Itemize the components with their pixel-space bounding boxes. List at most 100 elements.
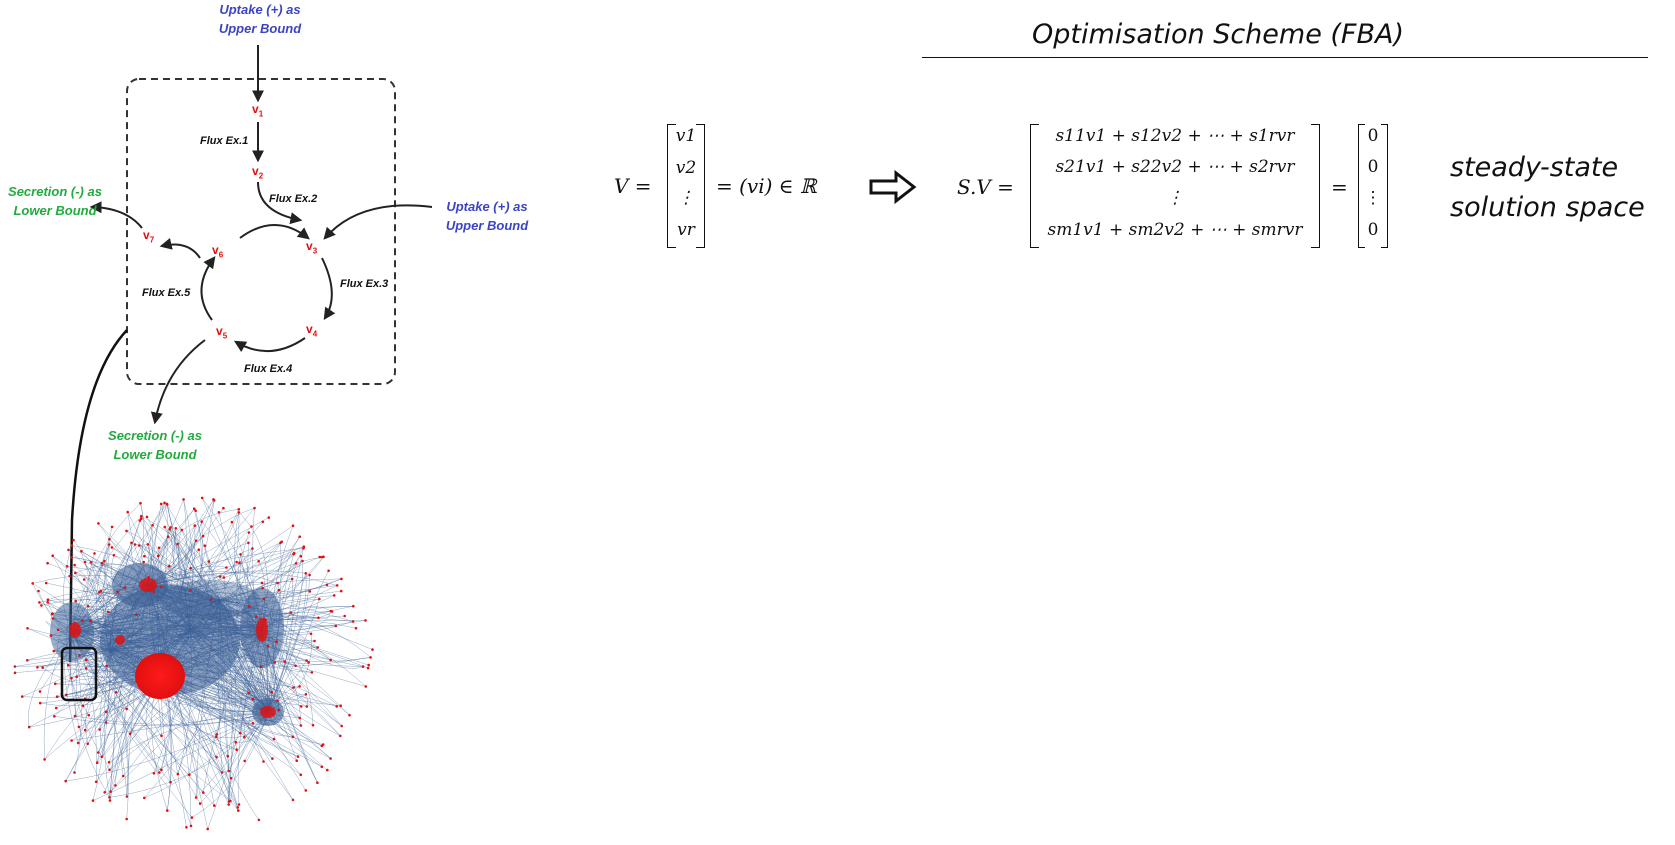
network-node — [257, 560, 260, 563]
network-node — [238, 561, 241, 565]
network-node — [86, 742, 89, 746]
network-node — [89, 561, 93, 564]
network-node — [302, 545, 306, 548]
network-core — [135, 653, 185, 699]
network-node — [369, 656, 372, 659]
sv-row: s11v1 + s12v2 + ⋯ + s1rvr — [1055, 126, 1295, 146]
network-node — [294, 664, 297, 668]
network-node — [283, 660, 287, 663]
network-node — [83, 560, 87, 564]
v-vector-entry: v1 — [675, 126, 697, 146]
network-node — [107, 761, 111, 764]
network-node — [104, 721, 108, 724]
network-node — [217, 511, 221, 514]
network-node — [364, 619, 367, 622]
sv-row: s21v1 + s22v2 + ⋯ + s2rvr — [1055, 157, 1295, 177]
network-node — [158, 771, 161, 774]
network-node — [235, 748, 238, 751]
flux-arrow-6-7 — [159, 237, 201, 259]
network-node — [116, 590, 119, 593]
node-v1: v1 — [252, 102, 264, 119]
network-node — [261, 586, 264, 590]
network-node — [194, 539, 198, 543]
network-node — [112, 553, 116, 557]
network-node — [239, 731, 242, 735]
network-node — [188, 773, 191, 776]
network-node — [295, 759, 299, 762]
flux-label-5: Flux Ex.5 — [142, 287, 191, 299]
network-node — [99, 589, 103, 593]
network-node — [298, 535, 302, 538]
network-node — [200, 520, 203, 523]
network-node — [146, 543, 150, 546]
network-node — [212, 498, 215, 501]
network-node — [84, 667, 88, 670]
uptake-label-right: Uptake (+) as Upper Bound — [445, 199, 529, 233]
network-node — [259, 665, 263, 668]
network-node — [74, 571, 77, 575]
network-node — [197, 548, 201, 551]
network-node — [163, 525, 167, 529]
network-node — [339, 734, 342, 738]
network-node — [261, 520, 265, 524]
network-node — [38, 601, 41, 604]
network-node — [326, 768, 329, 772]
network-node — [198, 802, 202, 805]
network-node — [272, 737, 276, 741]
network-node — [72, 538, 75, 542]
network-node — [185, 826, 188, 829]
network-node — [307, 661, 310, 664]
node-v3: v3 — [306, 239, 318, 256]
network-node — [218, 575, 222, 578]
network-node — [64, 779, 67, 783]
network-node — [335, 705, 339, 708]
network-node — [46, 601, 49, 604]
network-node — [139, 514, 143, 518]
network-node — [73, 714, 77, 718]
flux-label-3: Flux Ex.3 — [340, 278, 389, 290]
network-node — [318, 555, 322, 559]
network-node — [66, 663, 70, 667]
network-node — [271, 757, 274, 760]
note-line-1: steady-state — [1450, 152, 1619, 183]
network-node — [298, 685, 301, 688]
network-node — [125, 529, 128, 533]
network-node — [103, 559, 106, 563]
v-rhs: = (vi) ∈ ℝ — [716, 174, 817, 198]
network-node — [334, 624, 338, 628]
note-line-2: solution space — [1450, 192, 1645, 223]
network-node — [123, 586, 127, 589]
network-node — [354, 626, 358, 630]
network-node — [143, 796, 146, 800]
flux-arrow-4 — [233, 337, 306, 353]
network-node — [316, 646, 320, 649]
network-node — [107, 543, 111, 546]
network-node — [139, 517, 143, 520]
network-node — [247, 691, 250, 695]
network-node — [257, 818, 261, 822]
network-node — [215, 733, 219, 736]
network-node — [104, 710, 108, 714]
network-node — [351, 620, 355, 623]
network-node — [277, 708, 281, 712]
network-node — [165, 502, 169, 506]
network-node — [308, 573, 311, 577]
network-node — [213, 804, 216, 807]
network-node — [97, 522, 100, 525]
network-node — [273, 661, 277, 664]
network-node — [289, 611, 293, 614]
v-vector: v1 v2 ⋮ vr — [667, 124, 705, 248]
network-node — [143, 554, 146, 558]
network-node — [339, 589, 343, 593]
network-node — [152, 772, 156, 775]
network-node — [270, 690, 274, 694]
network-node — [93, 552, 96, 555]
network-node — [169, 780, 172, 784]
sv-row: ⋮ — [1166, 188, 1184, 208]
network-node — [37, 589, 40, 593]
network-node — [322, 555, 325, 559]
network-node — [75, 675, 78, 679]
network-node — [193, 524, 197, 527]
flux-label-2: Flux Ex.2 — [269, 193, 318, 205]
network-node — [27, 725, 31, 729]
